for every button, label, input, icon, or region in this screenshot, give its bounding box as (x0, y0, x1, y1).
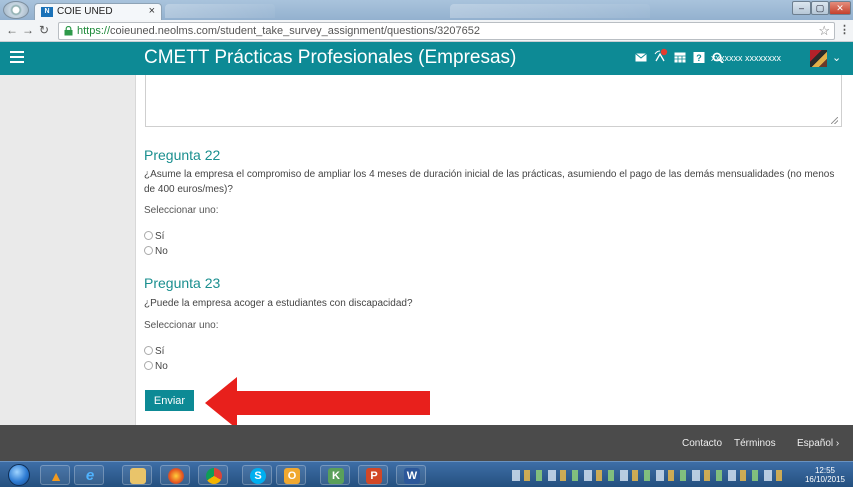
avatar[interactable] (810, 50, 827, 67)
firefox-icon (168, 468, 184, 484)
tab-title: COIE UNED (57, 6, 113, 17)
background-tab[interactable] (165, 4, 275, 18)
radio-option[interactable]: Sí (144, 346, 164, 358)
radio-button[interactable] (144, 361, 153, 370)
browser-tab[interactable]: N COIE UNED × (34, 3, 162, 20)
window-close-icon[interactable]: ✕ (829, 1, 851, 15)
lock-icon (64, 26, 73, 36)
taskbar-app-icon[interactable]: K (320, 465, 350, 485)
browser-tab-strip: N COIE UNED × – ▢ ✕ (0, 0, 853, 20)
bookmark-star-icon[interactable]: ☆ (818, 23, 830, 39)
taskbar-outlook-icon[interactable]: O (276, 465, 306, 485)
minimize-icon[interactable]: – (792, 1, 811, 15)
system-tray-icons[interactable] (512, 470, 782, 481)
address-bar: ← → ↻ https://coieuned.neolms.com/studen… (0, 20, 853, 42)
background-tab[interactable] (450, 4, 650, 18)
url-path: coieuned.neolms.com/student_take_survey_… (110, 25, 480, 37)
url-input[interactable]: https://coieuned.neolms.com/student_take… (58, 22, 835, 40)
question-instruction: Seleccionar uno: (144, 320, 219, 331)
tab-close-icon[interactable]: × (149, 5, 155, 17)
radio-button[interactable] (144, 346, 153, 355)
mail-icon[interactable] (635, 52, 647, 63)
vlc-icon: ▲ (49, 468, 63, 484)
url-scheme: https:// (77, 25, 111, 37)
radio-label: Sí (155, 231, 165, 242)
language-selector[interactable]: Español › (797, 438, 839, 449)
taskbar-vlc-icon[interactable]: ▲ (40, 465, 70, 485)
taskbar-ie-icon[interactable]: e (74, 465, 104, 485)
page-title: CMETT Prácticas Profesionales (Empresas) (144, 47, 517, 68)
user-name[interactable]: xxxxxxx xxxxxxxx (711, 53, 781, 63)
taskbar-chrome-icon[interactable] (198, 465, 228, 485)
calendar-icon[interactable] (674, 52, 686, 63)
chevron-down-icon[interactable]: ⌄ (832, 51, 841, 64)
notifications-icon[interactable] (654, 48, 668, 63)
survey-content: Pregunta 22 ¿Asume la empresa el comprom… (136, 75, 853, 425)
skype-icon: S (250, 468, 266, 484)
taskbar-skype-icon[interactable]: S (242, 465, 272, 485)
maximize-icon[interactable]: ▢ (811, 1, 829, 15)
radio-option[interactable]: No (144, 361, 168, 373)
app-icon: K (328, 468, 344, 484)
favicon-icon: N (41, 7, 53, 17)
taskbar-clock[interactable]: 12:55 16/10/2015 (800, 466, 850, 484)
page-footer: Contacto Términos Español › (0, 425, 853, 461)
taskbar-explorer-icon[interactable] (122, 465, 152, 485)
question-title: Pregunta 22 (144, 147, 221, 163)
clock-time: 12:55 (814, 466, 836, 475)
taskbar-word-icon[interactable]: W (396, 465, 426, 485)
url-text: https://coieuned.neolms.com/student_take… (77, 23, 480, 39)
radio-button[interactable] (144, 231, 153, 240)
submit-button[interactable]: Enviar (145, 390, 194, 411)
resize-handle-icon[interactable] (831, 117, 838, 124)
browser-menu-icon[interactable]: ⋮ (839, 23, 850, 36)
question-instruction: Seleccionar uno: (144, 205, 219, 216)
app-header: CMETT Prácticas Profesionales (Empresas)… (0, 42, 853, 75)
ie-icon: e (85, 467, 95, 484)
question-title: Pregunta 23 (144, 275, 221, 291)
powerpoint-icon: P (366, 468, 382, 484)
radio-button[interactable] (144, 246, 153, 255)
help-icon[interactable]: ? (693, 52, 705, 63)
radio-option[interactable]: Sí (144, 231, 164, 243)
question-text: ¿Puede la empresa acoger a estudiantes c… (144, 298, 413, 309)
windows-taskbar: ▲ e S O K P W 12:55 16/10/2015 (0, 461, 853, 487)
hamburger-menu-icon[interactable] (10, 51, 24, 63)
radio-label: No (155, 246, 168, 257)
clock-date: 16/10/2015 (804, 475, 846, 484)
chrome-icon (206, 468, 222, 484)
word-icon: W (404, 468, 420, 484)
start-button-icon[interactable] (8, 464, 30, 486)
answer-textarea[interactable] (145, 75, 842, 127)
red-arrow-annotation (205, 377, 430, 429)
left-sidebar (0, 75, 136, 425)
footer-link-terms[interactable]: Términos (734, 438, 776, 449)
taskbar-powerpoint-icon[interactable]: P (358, 465, 388, 485)
outlook-icon: O (284, 468, 300, 484)
svg-text:?: ? (696, 53, 702, 63)
taskbar-firefox-icon[interactable] (160, 465, 190, 485)
question-text: ¿Asume la empresa el compromiso de ampli… (144, 169, 835, 195)
reload-icon[interactable]: ↻ (39, 23, 49, 37)
folder-icon (130, 468, 146, 484)
forward-icon[interactable]: → (22, 23, 34, 37)
browser-logo-icon (3, 1, 29, 19)
radio-option[interactable]: No (144, 246, 168, 258)
radio-label: Sí (155, 346, 165, 357)
back-icon[interactable]: ← (6, 23, 18, 37)
footer-link-contact[interactable]: Contacto (682, 438, 722, 449)
radio-label: No (155, 361, 168, 372)
